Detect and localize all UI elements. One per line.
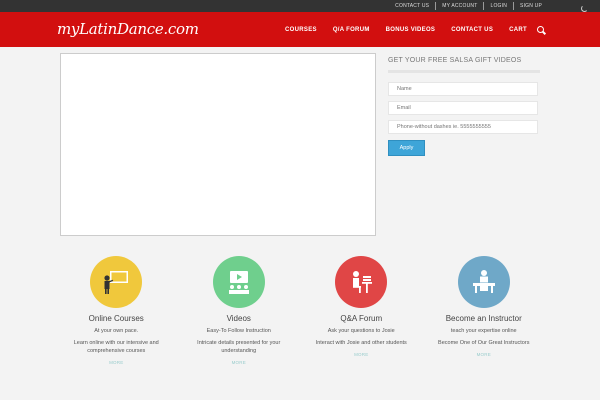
- gift-signup-form: GET YOUR FREE SALSA GIFT VIDEOS Apply: [388, 57, 540, 156]
- features-row: Online Courses At your own pace. Learn o…: [55, 256, 545, 365]
- top-link-login[interactable]: LOGIN: [484, 2, 513, 10]
- top-bar: CONTACT US MY ACCOUNT LOGIN SIGN UP: [0, 0, 600, 12]
- phone-field[interactable]: [388, 120, 538, 134]
- feature-videos: Videos Easy-To Follow Instruction Intric…: [178, 256, 301, 365]
- feature-title: Online Courses: [88, 314, 144, 323]
- more-link[interactable]: MORE: [477, 352, 491, 357]
- form-title: GET YOUR FREE SALSA GIFT VIDEOS: [388, 57, 540, 73]
- header: myLatinDance.com COURSES Q/A FORUM BONUS…: [0, 12, 600, 47]
- more-link[interactable]: MORE: [109, 360, 123, 365]
- top-links: CONTACT US MY ACCOUNT LOGIN SIGN UP: [389, 2, 548, 10]
- feature-subtitle: Easy-To Follow Instruction: [206, 328, 271, 334]
- feature-become-instructor: Become an Instructor teach your expertis…: [423, 256, 546, 365]
- search-icon[interactable]: [536, 25, 546, 35]
- main-nav: COURSES Q/A FORUM BONUS VIDEOS CONTACT U…: [269, 12, 546, 47]
- feature-description: Intricate details presented for your und…: [197, 340, 281, 354]
- apply-button[interactable]: Apply: [388, 140, 425, 156]
- teacher-board-icon: [90, 256, 143, 308]
- top-link-contact-us[interactable]: CONTACT US: [389, 2, 435, 10]
- feature-subtitle: Ask your questions to Josie: [327, 328, 395, 334]
- nav-cart[interactable]: CART: [509, 27, 527, 33]
- nav-courses[interactable]: COURSES: [285, 27, 317, 33]
- feature-title: Q&A Forum: [340, 314, 383, 323]
- name-field[interactable]: [388, 82, 538, 96]
- site-logo[interactable]: myLatinDance.com: [57, 20, 199, 38]
- video-player[interactable]: [60, 53, 376, 236]
- email-field[interactable]: [388, 101, 538, 115]
- student-reading-icon: [335, 256, 388, 308]
- feature-description: Become One of Our Great Instructors: [438, 340, 530, 346]
- more-link[interactable]: MORE: [354, 352, 368, 357]
- instructor-desk-icon: [457, 256, 510, 308]
- nav-bonus-videos[interactable]: BONUS VIDEOS: [386, 27, 436, 33]
- top-link-sign-up[interactable]: SIGN UP: [514, 2, 548, 10]
- feature-online-courses: Online Courses At your own pace. Learn o…: [55, 256, 178, 365]
- feature-description: Learn online with our intensive and comp…: [73, 340, 159, 354]
- feature-qa-forum: Q&A Forum Ask your questions to Josie In…: [300, 256, 423, 365]
- nav-contact-us[interactable]: CONTACT US: [451, 27, 493, 33]
- feature-title: Videos: [226, 314, 251, 323]
- feature-subtitle: At your own pace.: [94, 328, 139, 334]
- nav-qa-forum[interactable]: Q/A FORUM: [333, 27, 370, 33]
- video-class-icon: [212, 256, 265, 308]
- more-link[interactable]: MORE: [232, 360, 246, 365]
- top-link-my-account[interactable]: MY ACCOUNT: [436, 2, 483, 10]
- feature-subtitle: teach your expertise online: [450, 328, 517, 334]
- feature-description: Interact with Josie and other students: [315, 340, 407, 346]
- loading-spinner-icon: [581, 5, 588, 12]
- feature-title: Become an Instructor: [445, 314, 522, 323]
